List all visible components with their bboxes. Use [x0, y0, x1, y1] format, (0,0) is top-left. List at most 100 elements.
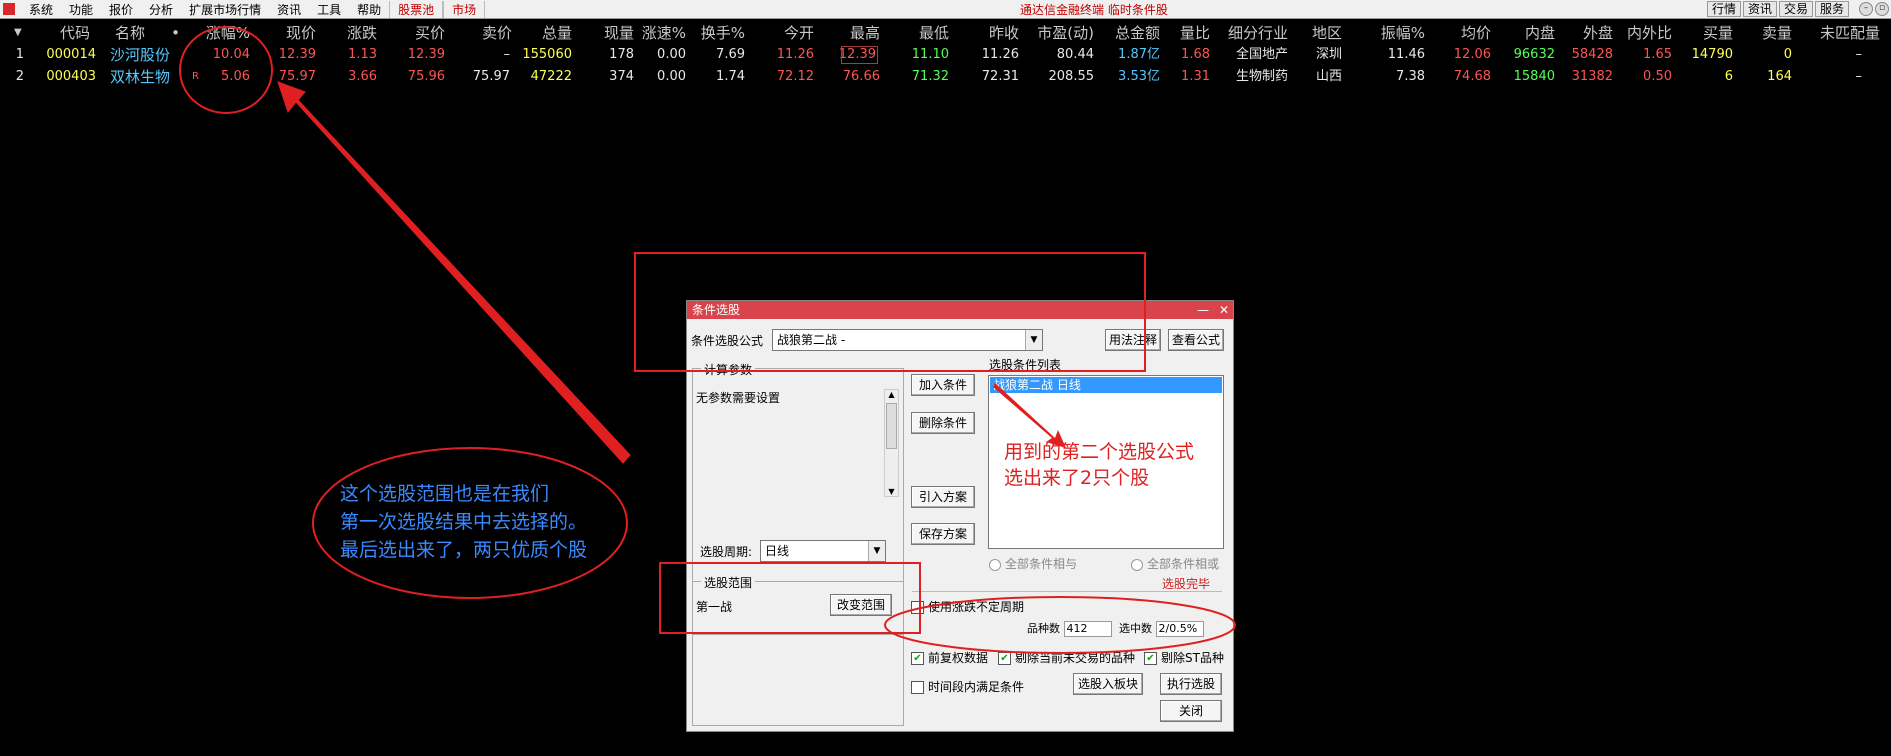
chevron-down-icon[interactable]: ▼: [868, 541, 885, 561]
formula-select[interactable]: 战狼第二战 - ▼: [772, 329, 1043, 351]
checkbox-icon[interactable]: [911, 681, 924, 694]
column-header[interactable]: 买量: [1703, 22, 1733, 44]
cell-vol_ratio: 1.68: [1181, 47, 1210, 62]
view-formula-button[interactable]: 查看公式: [1168, 329, 1224, 351]
time-satisfy-checkbox[interactable]: 时间段内满足条件: [911, 678, 1024, 695]
radio-icon[interactable]: [1131, 558, 1143, 571]
add-condition-button[interactable]: 加入条件: [911, 374, 975, 396]
column-header[interactable]: 昨收: [989, 22, 1019, 44]
column-header[interactable]: 内外比: [1627, 22, 1672, 44]
column-header[interactable]: 卖价: [482, 22, 512, 44]
params-scrollbar[interactable]: ▲ ▼: [884, 389, 899, 497]
all-or-radio[interactable]: 全部条件相或: [1131, 555, 1219, 572]
save-scheme-button[interactable]: 保存方案: [911, 523, 975, 545]
column-header[interactable]: 涨幅%: [206, 22, 250, 44]
annotation-right-line: 用到的第二个选股公式: [1004, 441, 1195, 463]
close-icon[interactable]: ✕: [1219, 301, 1229, 319]
sort-menu-icon[interactable]: ▼: [14, 22, 22, 44]
all-and-radio[interactable]: 全部条件相与: [989, 555, 1077, 572]
menu-item[interactable]: 系统: [21, 1, 61, 18]
chevron-down-icon[interactable]: ▼: [1025, 330, 1042, 350]
column-header[interactable]: 振幅%: [1381, 22, 1425, 44]
scroll-thumb[interactable]: [886, 403, 897, 449]
column-header[interactable]: 买价: [415, 22, 445, 44]
column-header[interactable]: 最低: [919, 22, 949, 44]
checkbox-icon[interactable]: ✔: [998, 652, 1011, 665]
column-header[interactable]: 最高: [850, 22, 880, 44]
column-header[interactable]: 今开: [784, 22, 814, 44]
column-header[interactable]: 地区: [1312, 22, 1342, 44]
checkbox-icon[interactable]: ✔: [1144, 652, 1157, 665]
column-header[interactable]: 总金额: [1115, 22, 1160, 44]
time-satisfy-label: 时间段内满足条件: [928, 680, 1025, 694]
menu-item[interactable]: 资讯: [269, 1, 309, 18]
cell-prev: 11.26: [981, 47, 1019, 62]
column-header[interactable]: 现价: [286, 22, 316, 44]
menu-item-highlighted[interactable]: 股票池: [389, 0, 444, 18]
count-field: 品种数 412 选中数 2/0.5%: [1027, 620, 1204, 637]
menu-item[interactable]: 分析: [141, 1, 181, 18]
cell-outer: 58428: [1571, 47, 1613, 62]
column-header[interactable]: 卖量: [1762, 22, 1792, 44]
column-header[interactable]: 代码: [60, 22, 90, 44]
top-right-button[interactable]: 资讯: [1742, 1, 1777, 17]
top-right-button[interactable]: 行情: [1706, 1, 1741, 17]
scroll-down-icon[interactable]: ▼: [885, 487, 898, 496]
menu-item[interactable]: 扩展市场行情: [181, 1, 269, 18]
column-header[interactable]: 均价: [1461, 22, 1491, 44]
use-period-checkbox[interactable]: 使用涨跌不定周期: [911, 598, 1024, 615]
column-header[interactable]: 名称: [115, 22, 145, 44]
use-period-label: 使用涨跌不定周期: [928, 600, 1025, 614]
annotation-left-line: 这个选股范围也是在我们: [340, 483, 550, 505]
list-item[interactable]: 战狼第二战 日线: [990, 377, 1222, 393]
period-select[interactable]: 日线 ▼: [760, 540, 886, 562]
table-row[interactable]: 1 000014 沙河股份 10.04 12.39 1.13 12.39–155060 178…: [0, 44, 1891, 66]
cell-flag: R: [192, 71, 199, 82]
minimize-icon[interactable]: –: [1859, 2, 1873, 16]
column-header[interactable]: 市盈(动): [1037, 22, 1094, 44]
checkbox-icon[interactable]: [911, 601, 924, 614]
scroll-up-icon[interactable]: ▲: [885, 390, 898, 399]
cell-amplitude: 11.46: [1387, 47, 1425, 62]
column-header[interactable]: 涨跌: [347, 22, 377, 44]
params-legend: 计算参数: [701, 361, 756, 378]
minimize-icon[interactable]: —: [1197, 301, 1209, 319]
column-header[interactable]: 换手%: [701, 22, 745, 44]
column-header[interactable]: 外盘: [1583, 22, 1613, 44]
top-right-button[interactable]: 服务: [1814, 1, 1849, 17]
exclude-untraded-checkbox[interactable]: ✔ 剔除当前未交易的品种: [998, 649, 1135, 666]
exclude-st-checkbox[interactable]: ✔ 剔除ST品种: [1144, 649, 1224, 666]
menu-item[interactable]: 工具: [309, 1, 349, 18]
to-block-button[interactable]: 选股入板块: [1073, 673, 1143, 695]
execute-button[interactable]: 执行选股: [1160, 673, 1222, 695]
column-header[interactable]: 总量: [542, 22, 572, 44]
prev-rights-checkbox[interactable]: ✔ 前复权数据: [911, 649, 988, 666]
change-scope-button[interactable]: 改变范围: [830, 594, 892, 616]
column-header[interactable]: 现量: [604, 22, 634, 44]
top-right-button[interactable]: 交易: [1778, 1, 1813, 17]
menu-item[interactable]: 帮助: [349, 1, 389, 18]
cell-cur_vol: 178: [609, 47, 634, 62]
cell-speed: 0.00: [657, 47, 686, 62]
close-button[interactable]: 关闭: [1160, 700, 1222, 722]
formula-value: 战狼第二战 -: [777, 333, 846, 347]
window-title: 通达信金融终端 临时条件股: [1020, 3, 1168, 17]
checkbox-icon[interactable]: ✔: [911, 652, 924, 665]
column-header[interactable]: 量比: [1180, 22, 1210, 44]
dialog-title: 条件选股: [692, 303, 741, 317]
column-header[interactable]: •: [171, 22, 180, 44]
cell-io_ratio: 1.65: [1643, 47, 1672, 62]
column-header[interactable]: 涨速%: [642, 22, 686, 44]
column-header[interactable]: 内盘: [1525, 22, 1555, 44]
column-header[interactable]: 细分行业: [1228, 22, 1288, 44]
usage-notes-button[interactable]: 用法注释: [1105, 329, 1161, 351]
column-header[interactable]: 未匹配量: [1820, 22, 1880, 44]
menu-item[interactable]: 报价: [101, 1, 141, 18]
menu-item-highlighted[interactable]: 市场: [443, 0, 486, 18]
import-scheme-button[interactable]: 引入方案: [911, 486, 975, 508]
table-row[interactable]: 2 000403 双林生物 R 5.06 75.97 3.66 75.96 75.97 47222…: [0, 66, 1891, 88]
restore-icon[interactable]: ▫: [1875, 2, 1889, 16]
radio-icon[interactable]: [989, 558, 1001, 571]
delete-condition-button[interactable]: 删除条件: [911, 412, 975, 434]
menu-item[interactable]: 功能: [61, 1, 101, 18]
